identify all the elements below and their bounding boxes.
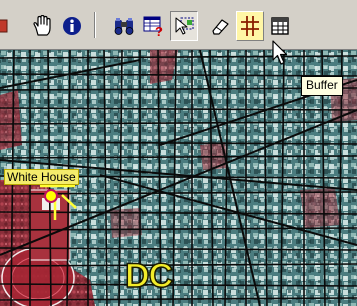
buffer-grid-icon	[240, 15, 260, 37]
svg-text:?: ?	[155, 24, 163, 37]
buffer-button[interactable]	[236, 11, 264, 41]
query-table-icon: ?	[143, 15, 165, 37]
table-button[interactable]	[266, 11, 294, 41]
dc-label: DC	[124, 257, 174, 295]
toolbar-separator	[94, 12, 96, 38]
partial-toolbar-button[interactable]	[0, 11, 18, 41]
clear-button[interactable]	[206, 11, 234, 41]
select-button[interactable]	[170, 11, 198, 41]
select-arrow-icon	[173, 15, 195, 37]
mouse-cursor-icon	[272, 40, 288, 71]
pan-hand-button[interactable]	[28, 11, 56, 41]
identify-button[interactable]	[58, 11, 86, 41]
white-house-label: White House	[4, 169, 79, 185]
buffer-tooltip: Buffer	[301, 76, 343, 96]
table-icon	[270, 16, 290, 36]
binoculars-icon	[113, 16, 135, 36]
eraser-icon	[209, 16, 231, 36]
map-toolbar: ?	[0, 0, 357, 50]
query-button[interactable]: ?	[140, 11, 168, 41]
info-icon	[62, 16, 82, 36]
hand-icon	[32, 15, 52, 37]
find-button[interactable]	[110, 11, 138, 41]
